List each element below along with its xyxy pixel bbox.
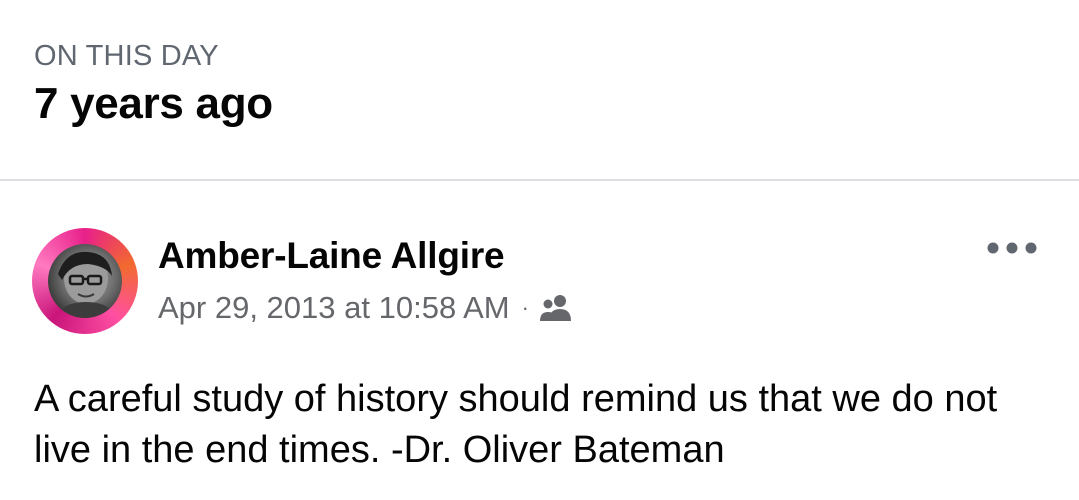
divider	[0, 179, 1079, 181]
post-timestamp[interactable]: Apr 29, 2013 at 10:58 AM	[158, 288, 510, 328]
post-text: A careful study of history should remind…	[34, 378, 998, 471]
more-options-button[interactable]	[982, 228, 1042, 268]
memory-card: ON THIS DAY 7 years ago Amber-Laine Allg…	[0, 0, 1079, 500]
profile-photo	[48, 244, 122, 318]
meta-separator: ·	[521, 295, 529, 320]
friends-icon[interactable]	[539, 293, 573, 323]
profile-photo-graphic	[56, 251, 116, 318]
avatar[interactable]	[32, 228, 138, 334]
section-label: ON THIS DAY	[34, 40, 219, 72]
years-ago-title: 7 years ago	[34, 79, 273, 128]
author-name[interactable]: Amber-Laine Allgire	[158, 234, 505, 278]
more-options-icon	[987, 242, 1037, 254]
memory-header: ON THIS DAY 7 years ago	[34, 38, 273, 129]
post-meta: Apr 29, 2013 at 10:58 AM ·	[158, 288, 573, 328]
